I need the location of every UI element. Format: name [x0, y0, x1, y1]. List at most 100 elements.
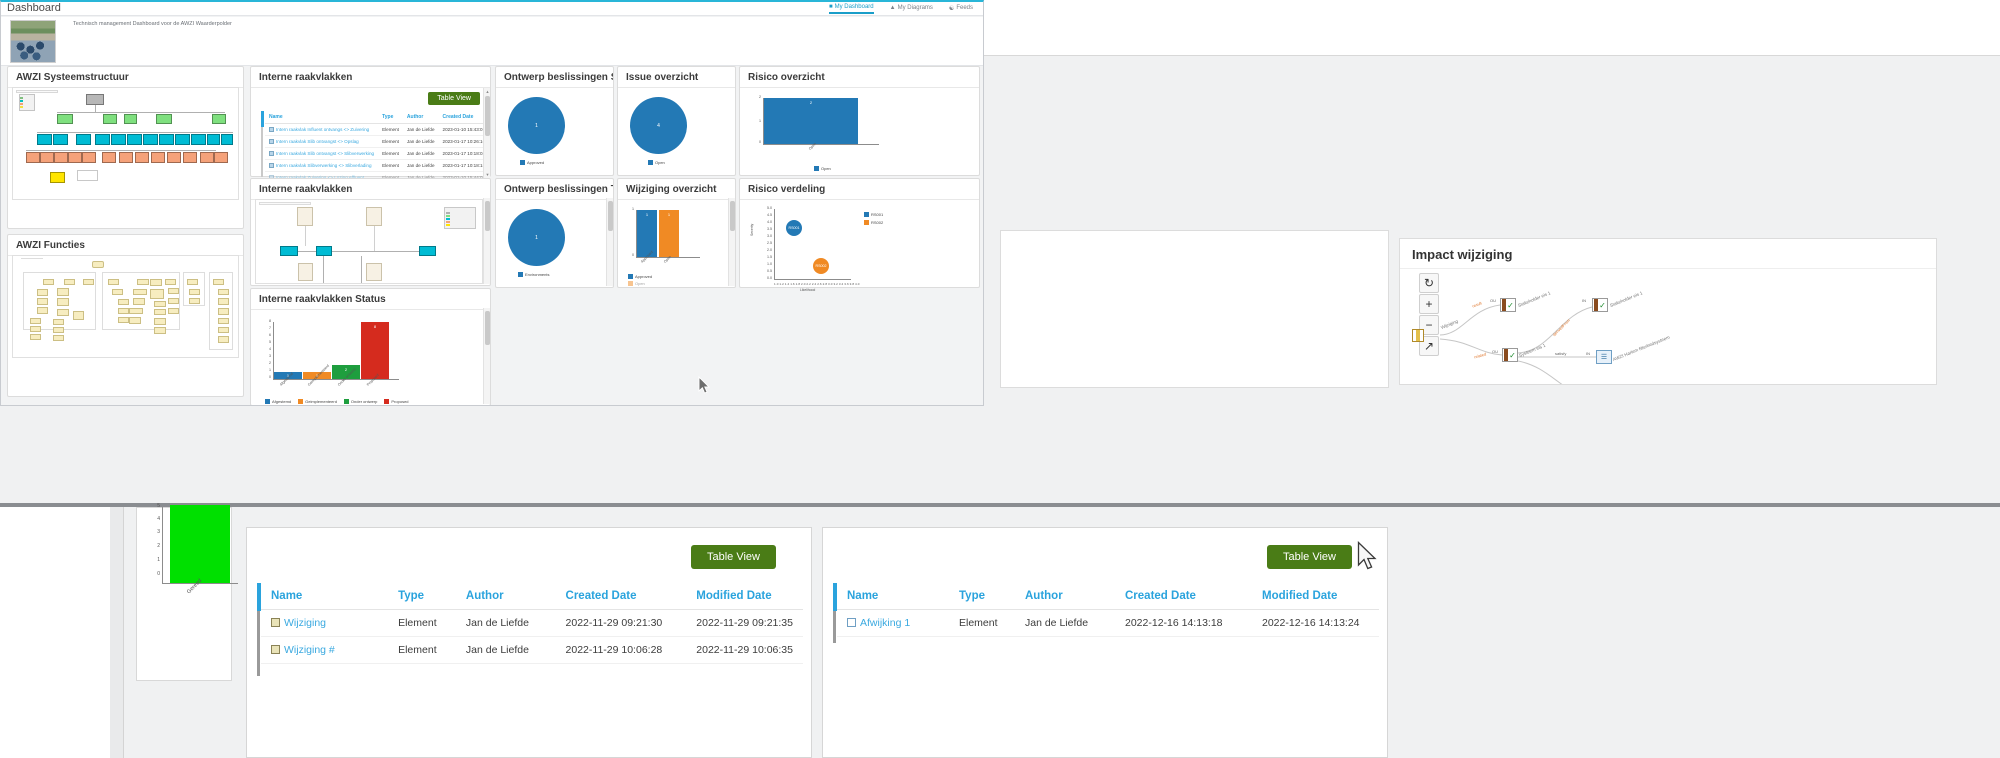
dashboard-grid: AWZI Systeemstructuur AWZI Functies Inte… — [1, 66, 983, 405]
graph-node-systeem-eis-1[interactable]: ✓ — [1502, 348, 1518, 362]
scroll-up-arrow[interactable]: ▲ — [485, 89, 490, 94]
risico-overzicht-bar-chart: 2 1 0 2 Open Open — [740, 88, 979, 176]
col-name[interactable]: Name — [837, 583, 949, 610]
edge-dir-in: IN — [1586, 351, 1590, 356]
functies-diagram[interactable] — [12, 255, 239, 358]
tab-feeds[interactable]: ☯ Feeds — [949, 4, 973, 14]
issue-pie-chart: 4 Open — [618, 88, 735, 176]
bubble-rs001: RS001 — [786, 220, 802, 236]
scroll-thumb[interactable] — [485, 201, 490, 231]
ytick: 0 — [759, 140, 761, 144]
bar-value: 1 — [645, 212, 649, 217]
impact-graph-canvas[interactable]: ↻ + − ↗ Wijziging ✓ result OU Stakeholde… — [1400, 267, 1936, 384]
chart-scrollbar[interactable] — [728, 198, 735, 286]
table-header-row: Name Type Author Created Date Modified D… — [261, 583, 803, 610]
table-rows-accent — [261, 127, 263, 177]
chart-scrollbar[interactable] — [606, 198, 613, 286]
row-name-link[interactable]: Intern raakvlak Slib ontvangst <> Slibve… — [276, 151, 374, 156]
legend-item: Open — [648, 160, 665, 165]
row-name-link[interactable]: Intern raakvlak Influent ontvangs <> Zui… — [276, 127, 369, 132]
row-modified: 2022-11-29 09:21:35 — [686, 609, 803, 637]
panel-title: Issue overzicht — [618, 67, 735, 88]
zoom-in-button[interactable]: + — [1419, 294, 1439, 314]
col-type[interactable]: Type — [388, 583, 456, 610]
col-created[interactable]: Created Date — [438, 111, 490, 124]
scroll-thumb[interactable] — [730, 201, 735, 231]
col-type[interactable]: Type — [378, 111, 403, 124]
scroll-thumb[interactable] — [608, 201, 613, 231]
ytick: 5 — [269, 340, 271, 344]
row-name-link[interactable]: Intern raakvlak Slibverwerking <> Slibve… — [276, 163, 372, 168]
graph-node-stakeholder-eis-1a[interactable]: ✓ — [1500, 298, 1516, 312]
diagram-icon: ▲ — [889, 5, 896, 11]
ytick: 1.5 — [767, 255, 772, 259]
ytick: 1 — [759, 119, 761, 123]
table-row[interactable]: Afwijking 1 Element Jan de Liefde 2022-1… — [837, 609, 1379, 637]
row-author: Jan de Liefde — [455, 636, 556, 664]
diagram-scrollbar[interactable] — [483, 198, 490, 284]
pie-value: 1 — [535, 234, 538, 241]
bg-lower-left-white — [0, 507, 124, 758]
table-view-button[interactable]: Table View — [691, 545, 776, 569]
col-author[interactable]: Author — [1015, 583, 1115, 610]
chart-scrollbar[interactable] — [483, 308, 490, 404]
row-created: 2023-01-17 10:18:18 — [438, 159, 490, 172]
ytick: 6 — [269, 333, 271, 337]
row-name-link[interactable]: Wijziging — [284, 617, 326, 629]
col-author[interactable]: Author — [455, 583, 556, 610]
element-icon — [271, 618, 280, 627]
col-name[interactable]: Name — [261, 583, 389, 610]
table-row[interactable]: Wijziging Element Jan de Liefde 2022-11-… — [261, 609, 803, 637]
pie-value: 4 — [657, 122, 660, 129]
bar-value: 1 — [667, 212, 671, 217]
ytick: 4 — [269, 347, 271, 351]
col-modified[interactable]: Modified Date — [686, 583, 803, 610]
graph-node-label: Stakeholder eis 1 — [1517, 290, 1552, 308]
table-row[interactable]: Intern raakvlak Slib ontvangst <> Slibve… — [265, 147, 490, 160]
col-created[interactable]: Created Date — [1115, 583, 1252, 610]
table-scrollbar[interactable]: ▲ ▼ — [483, 88, 490, 178]
col-created[interactable]: Created Date — [555, 583, 687, 610]
tab-bar: ■ My Dashboard ▲ My Diagrams ☯ Feeds — [828, 4, 973, 14]
row-name-link[interactable]: Afwijking 1 — [860, 617, 910, 629]
table-row[interactable]: Intern raakvlak Slibverwerking <> Slibve… — [265, 159, 490, 172]
panel-interne-raakvlakken-table: Interne raakvlakken Table View Name Type… — [250, 66, 491, 178]
col-modified[interactable]: Modified Date — [1252, 583, 1379, 610]
table-view-button[interactable]: Table View — [1267, 545, 1352, 569]
legend-item: RS001 — [864, 212, 883, 217]
ytick: 1 — [269, 368, 271, 372]
panel-interne-raakvlakken-status: Interne raakvlakken Status 8 7 6 5 4 3 2… — [250, 288, 491, 405]
ytick: 4 — [157, 516, 160, 522]
graph-node-stakeholder-eis-1b[interactable]: ✓ — [1592, 298, 1608, 312]
panel-title: Interne raakvlakken Status — [251, 289, 490, 310]
element-icon — [269, 163, 274, 168]
ytick: 5 — [157, 503, 160, 509]
graph-node-label: AWZI Harlem filterbedsysteem — [1612, 334, 1671, 362]
row-type: Element — [388, 609, 456, 637]
col-name[interactable]: Name — [265, 111, 379, 124]
tab-my-dashboard[interactable]: ■ My Dashboard — [828, 4, 874, 14]
tab-my-diagrams[interactable]: ▲ My Diagrams — [890, 4, 933, 14]
row-name-link[interactable]: Wijziging # — [284, 644, 335, 656]
col-author[interactable]: Author — [402, 111, 439, 124]
table-row[interactable]: Intern raakvlak Influent ontvangs <> Zui… — [265, 123, 490, 136]
row-name-link[interactable]: Intern raakvlak Slib ontvangst <> Opslag — [276, 139, 359, 144]
interne-raakvlakken-diagram[interactable] — [255, 199, 483, 284]
tab-label: Feeds — [956, 5, 973, 11]
graph-node-awzi-filterbed[interactable]: ☰ — [1596, 350, 1612, 364]
ytick: 0 — [157, 571, 160, 577]
panel-awzi-functies: AWZI Functies — [7, 234, 244, 397]
systeemstructuur-diagram[interactable] — [12, 87, 239, 200]
scroll-thumb[interactable] — [485, 311, 490, 345]
table-row[interactable]: Wijziging # Element Jan de Liefde 2022-1… — [261, 636, 803, 664]
table-row[interactable]: Intern raakvlak Slib ontvangst <> Opslag… — [265, 135, 490, 148]
scroll-down-arrow[interactable]: ▼ — [485, 172, 490, 177]
scroll-thumb[interactable] — [485, 96, 490, 136]
graph-node-wijziging[interactable] — [1412, 329, 1424, 342]
ytick: 3 — [157, 529, 160, 535]
table-header-row: Name Type Author Created Date Modified D… — [837, 583, 1379, 610]
bg-divider — [0, 503, 2000, 507]
refresh-button[interactable]: ↻ — [1419, 273, 1439, 293]
table-view-button[interactable]: Table View — [428, 92, 480, 105]
col-type[interactable]: Type — [949, 583, 1015, 610]
